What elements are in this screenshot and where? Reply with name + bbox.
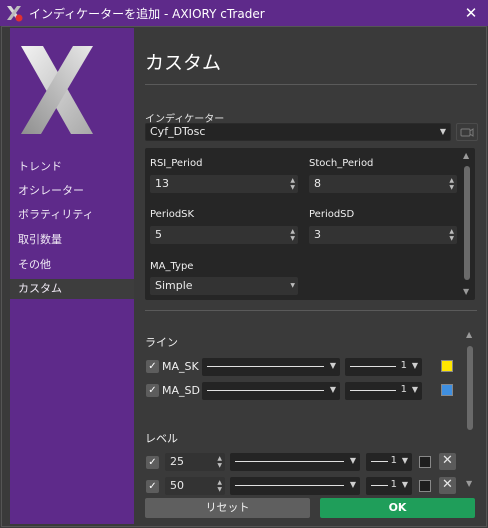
periodsk-label: PeriodSK xyxy=(150,209,195,220)
level-25-thickness-value: 1 xyxy=(390,455,397,466)
ma-sk-thickness-select[interactable]: 1 ▼ xyxy=(345,358,422,376)
level-50-checkbox[interactable]: ✓ xyxy=(146,480,159,493)
periodsd-input[interactable]: 3 ▲ ▼ xyxy=(309,226,457,244)
divider xyxy=(145,84,477,85)
stoch-period-label: Stoch_Period xyxy=(309,158,374,169)
scroll-up-icon[interactable]: ▲ xyxy=(466,330,472,339)
spinner-icon[interactable]: ▲ ▼ xyxy=(449,228,454,242)
level-50-color-swatch[interactable] xyxy=(419,480,431,492)
rsi-period-input[interactable]: 13 ▲ ▼ xyxy=(150,175,298,193)
level-50-thickness-select[interactable]: 1 ▼ xyxy=(366,477,412,495)
level-25-color-swatch[interactable] xyxy=(419,456,431,468)
sidebar-item-volatility[interactable]: ボラティリティ xyxy=(10,205,134,225)
styles-scrollbar[interactable] xyxy=(467,346,473,430)
level-25-style-select[interactable]: ▼ xyxy=(230,453,360,471)
periodsd-value: 3 xyxy=(314,228,321,241)
title-bar: インディケーターを追加 - AXIORY cTrader ✕ xyxy=(0,0,488,26)
page-title: カスタム xyxy=(145,52,222,74)
ma-sd-style-select[interactable]: ▼ xyxy=(202,382,340,400)
close-icon: ✕ xyxy=(442,453,453,468)
ma-sd-label: MA_SD xyxy=(162,384,200,397)
ma-sk-thickness-value: 1 xyxy=(400,360,407,371)
lines-section-title: ライン xyxy=(145,336,178,349)
rsi-period-value: 13 xyxy=(155,177,169,190)
periodsk-input[interactable]: 5 ▲ ▼ xyxy=(150,226,298,244)
ok-button[interactable]: OK xyxy=(320,498,475,518)
indicator-select-value: Cyf_DTosc xyxy=(150,125,206,138)
chevron-down-icon: ▼ xyxy=(401,456,408,465)
matype-label: MA_Type xyxy=(150,261,194,272)
sidebar-item-trend[interactable]: トレンド xyxy=(10,157,134,177)
level-25-input[interactable]: 25 ▲ ▼ xyxy=(165,453,225,471)
chevron-down-icon: ▼ xyxy=(349,480,356,489)
level-50-remove-button[interactable]: ✕ xyxy=(439,477,456,494)
chevron-down-icon: ▼ xyxy=(349,456,356,465)
chevron-down-icon: ▼ xyxy=(329,361,336,370)
close-icon: ✕ xyxy=(442,477,453,492)
spinner-icon[interactable]: ▲ ▼ xyxy=(449,177,454,191)
sidebar: トレンド オシレーター ボラティリティ 取引数量 その他 カスタム xyxy=(10,28,134,524)
level-25-checkbox[interactable]: ✓ xyxy=(146,456,159,469)
ma-sk-checkbox[interactable]: ✓ xyxy=(146,360,159,373)
divider xyxy=(145,310,477,311)
ma-sk-label: MA_SK xyxy=(162,360,199,373)
ma-sd-thickness-value: 1 xyxy=(400,384,407,395)
close-icon: ✕ xyxy=(464,4,478,22)
parameters-panel: RSI_Period 13 ▲ ▼ Stoch_Period 8 ▲ ▼ Perio… xyxy=(145,148,475,300)
ma-sd-color-swatch[interactable] xyxy=(441,384,453,396)
ma-sd-checkbox[interactable]: ✓ xyxy=(146,384,159,397)
stoch-period-value: 8 xyxy=(314,177,321,190)
camera-icon xyxy=(460,128,474,137)
chevron-down-icon: ▼ xyxy=(401,480,408,489)
level-50-style-select[interactable]: ▼ xyxy=(230,477,360,495)
scroll-down-icon[interactable]: ▼ xyxy=(466,479,472,488)
spinner-icon[interactable]: ▲ ▼ xyxy=(290,177,295,191)
params-scrollbar[interactable] xyxy=(464,166,470,280)
chevron-down-icon: ▼ xyxy=(411,385,418,394)
brand-logo xyxy=(17,42,95,138)
ma-sd-thickness-select[interactable]: 1 ▼ xyxy=(345,382,422,400)
chevron-down-icon: ▼ xyxy=(329,385,336,394)
periodsd-label: PeriodSD xyxy=(309,209,355,220)
level-25-value: 25 xyxy=(170,455,184,468)
chevron-down-icon: ▼ xyxy=(411,361,418,370)
stoch-period-input[interactable]: 8 ▲ ▼ xyxy=(309,175,457,193)
spinner-icon[interactable]: ▲ ▼ xyxy=(217,479,222,493)
levels-section-title: レベル xyxy=(145,432,178,445)
close-window-button[interactable]: ✕ xyxy=(454,0,488,26)
app-logo-icon xyxy=(5,4,23,22)
matype-select[interactable]: Simple ▼ xyxy=(150,277,298,295)
sidebar-item-volume[interactable]: 取引数量 xyxy=(10,230,134,250)
chevron-down-icon: ▼ xyxy=(290,282,295,289)
matype-value: Simple xyxy=(155,279,193,292)
ma-sk-color-swatch[interactable] xyxy=(441,360,453,372)
spinner-icon[interactable]: ▲ ▼ xyxy=(290,228,295,242)
sidebar-item-custom[interactable]: カスタム xyxy=(10,279,134,299)
chevron-down-icon: ▼ xyxy=(439,127,446,136)
level-50-thickness-value: 1 xyxy=(390,479,397,490)
window-title: インディケーターを追加 - AXIORY cTrader xyxy=(29,6,265,21)
ma-sk-style-select[interactable]: ▼ xyxy=(202,358,340,376)
level-50-value: 50 xyxy=(170,479,184,492)
rsi-period-label: RSI_Period xyxy=(150,158,203,169)
sidebar-item-oscillator[interactable]: オシレーター xyxy=(10,181,134,201)
periodsk-value: 5 xyxy=(155,228,162,241)
level-50-input[interactable]: 50 ▲ ▼ xyxy=(165,477,225,495)
level-25-remove-button[interactable]: ✕ xyxy=(439,453,456,470)
spinner-icon[interactable]: ▲ ▼ xyxy=(217,455,222,469)
reset-button[interactable]: リセット xyxy=(145,498,310,518)
sidebar-item-other[interactable]: その他 xyxy=(10,255,134,275)
scroll-up-icon[interactable]: ▲ xyxy=(463,151,469,160)
level-25-thickness-select[interactable]: 1 ▼ xyxy=(366,453,412,471)
scroll-down-icon[interactable]: ▼ xyxy=(463,287,469,296)
indicator-select[interactable]: Cyf_DTosc ▼ xyxy=(145,123,451,141)
snapshot-button[interactable] xyxy=(456,123,478,141)
